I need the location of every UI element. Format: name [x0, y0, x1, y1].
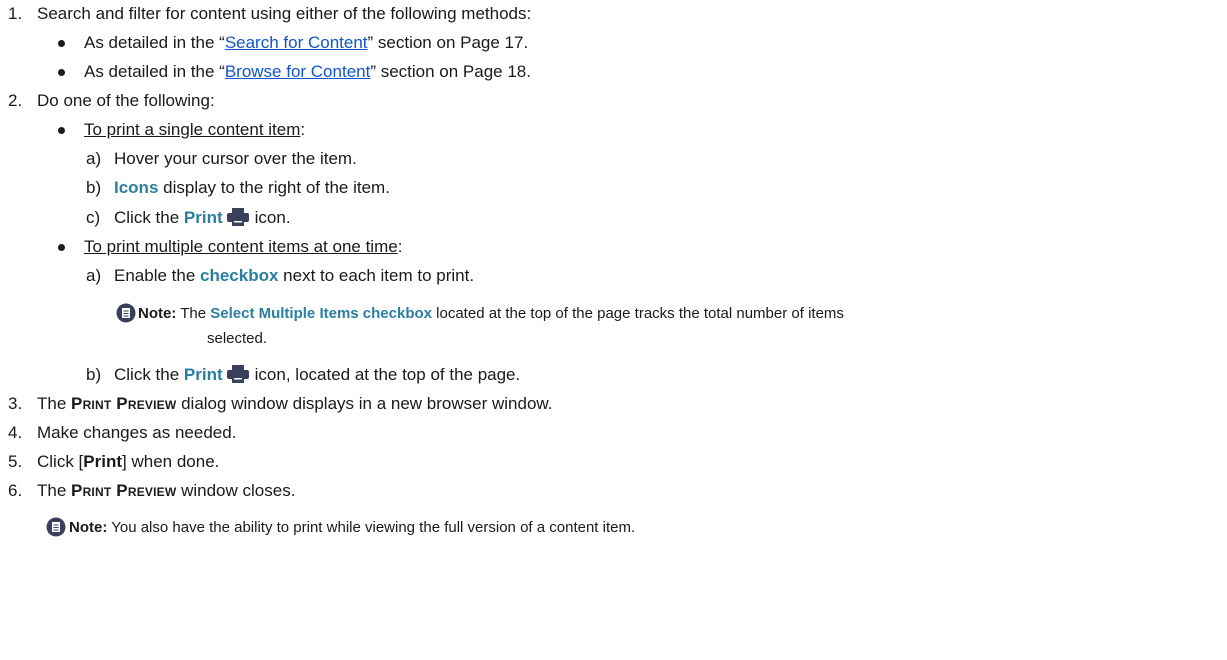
print-icon [226, 365, 249, 389]
note-icon [46, 517, 66, 537]
step-3: 3. The Print Preview dialog window displ… [8, 394, 553, 413]
checkbox-keyword: checkbox [200, 266, 279, 285]
bullet-browse-for-content: As detailed in the “Browse for Content” … [84, 62, 531, 81]
step-6: 6. The Print Preview window closes. [8, 481, 296, 500]
note-label: Note: [138, 305, 177, 322]
print-preview-label: Print Preview [71, 481, 177, 500]
step-2: 2. Do one of the following: [8, 90, 215, 112]
search-for-content-link[interactable]: Search for Content [225, 33, 368, 52]
print-icon [226, 208, 249, 232]
print-button-label: Print [83, 452, 123, 471]
step-1: 1. Search and filter for content using e… [8, 3, 531, 25]
step-number: 2. [8, 91, 23, 110]
step-number: 1. [8, 4, 23, 23]
multiple-step-a: a) Enable the checkbox next to each item… [86, 266, 475, 285]
step-number: 3. [8, 394, 23, 413]
print-preview-label: Print Preview [71, 394, 177, 413]
step-5: 5. Click [Print] when done. [8, 452, 220, 471]
bullet-icon [58, 40, 65, 47]
multiple-note-continued: selected. [207, 330, 268, 347]
icons-keyword: Icons [114, 178, 159, 197]
bullet-search-for-content: As detailed in the “Search for Content” … [84, 33, 529, 52]
document-page: 1. Search and filter for content using e… [0, 0, 1227, 660]
step-text: Search and filter for content using eith… [37, 4, 532, 23]
note-label: Note: [69, 519, 108, 536]
print-keyword: Print [183, 365, 223, 384]
single-item-heading: To print a single content item: [84, 120, 306, 139]
browse-for-content-link[interactable]: Browse for Content [225, 62, 371, 81]
multiple-step-b: b) Click the Print icon, located at the t… [86, 364, 520, 386]
single-step-c: c) Click the Print icon. [86, 207, 291, 229]
step-number: 6. [8, 481, 23, 500]
multiple-items-heading: To print multiple content items at one t… [84, 237, 403, 256]
final-note: Note: You also have the ability to print… [69, 519, 636, 536]
note-icon [116, 303, 136, 323]
bullet-icon [58, 244, 65, 251]
bullet-icon [58, 69, 65, 76]
step-4: 4. Make changes as needed. [8, 423, 237, 442]
select-multiple-items-keyword: Select Multiple Items checkbox [210, 305, 432, 322]
print-keyword: Print [183, 208, 223, 227]
step-text: Do one of the following: [37, 91, 215, 110]
single-step-b: b) Icons display to the right of the ite… [86, 178, 390, 197]
step-number: 4. [8, 423, 23, 442]
multiple-note: Note: The Select Multiple Items checkbox… [138, 305, 844, 322]
single-step-a: a) Hover your cursor over the item. [86, 149, 357, 168]
bullet-icon [58, 127, 65, 134]
step-number: 5. [8, 452, 23, 471]
